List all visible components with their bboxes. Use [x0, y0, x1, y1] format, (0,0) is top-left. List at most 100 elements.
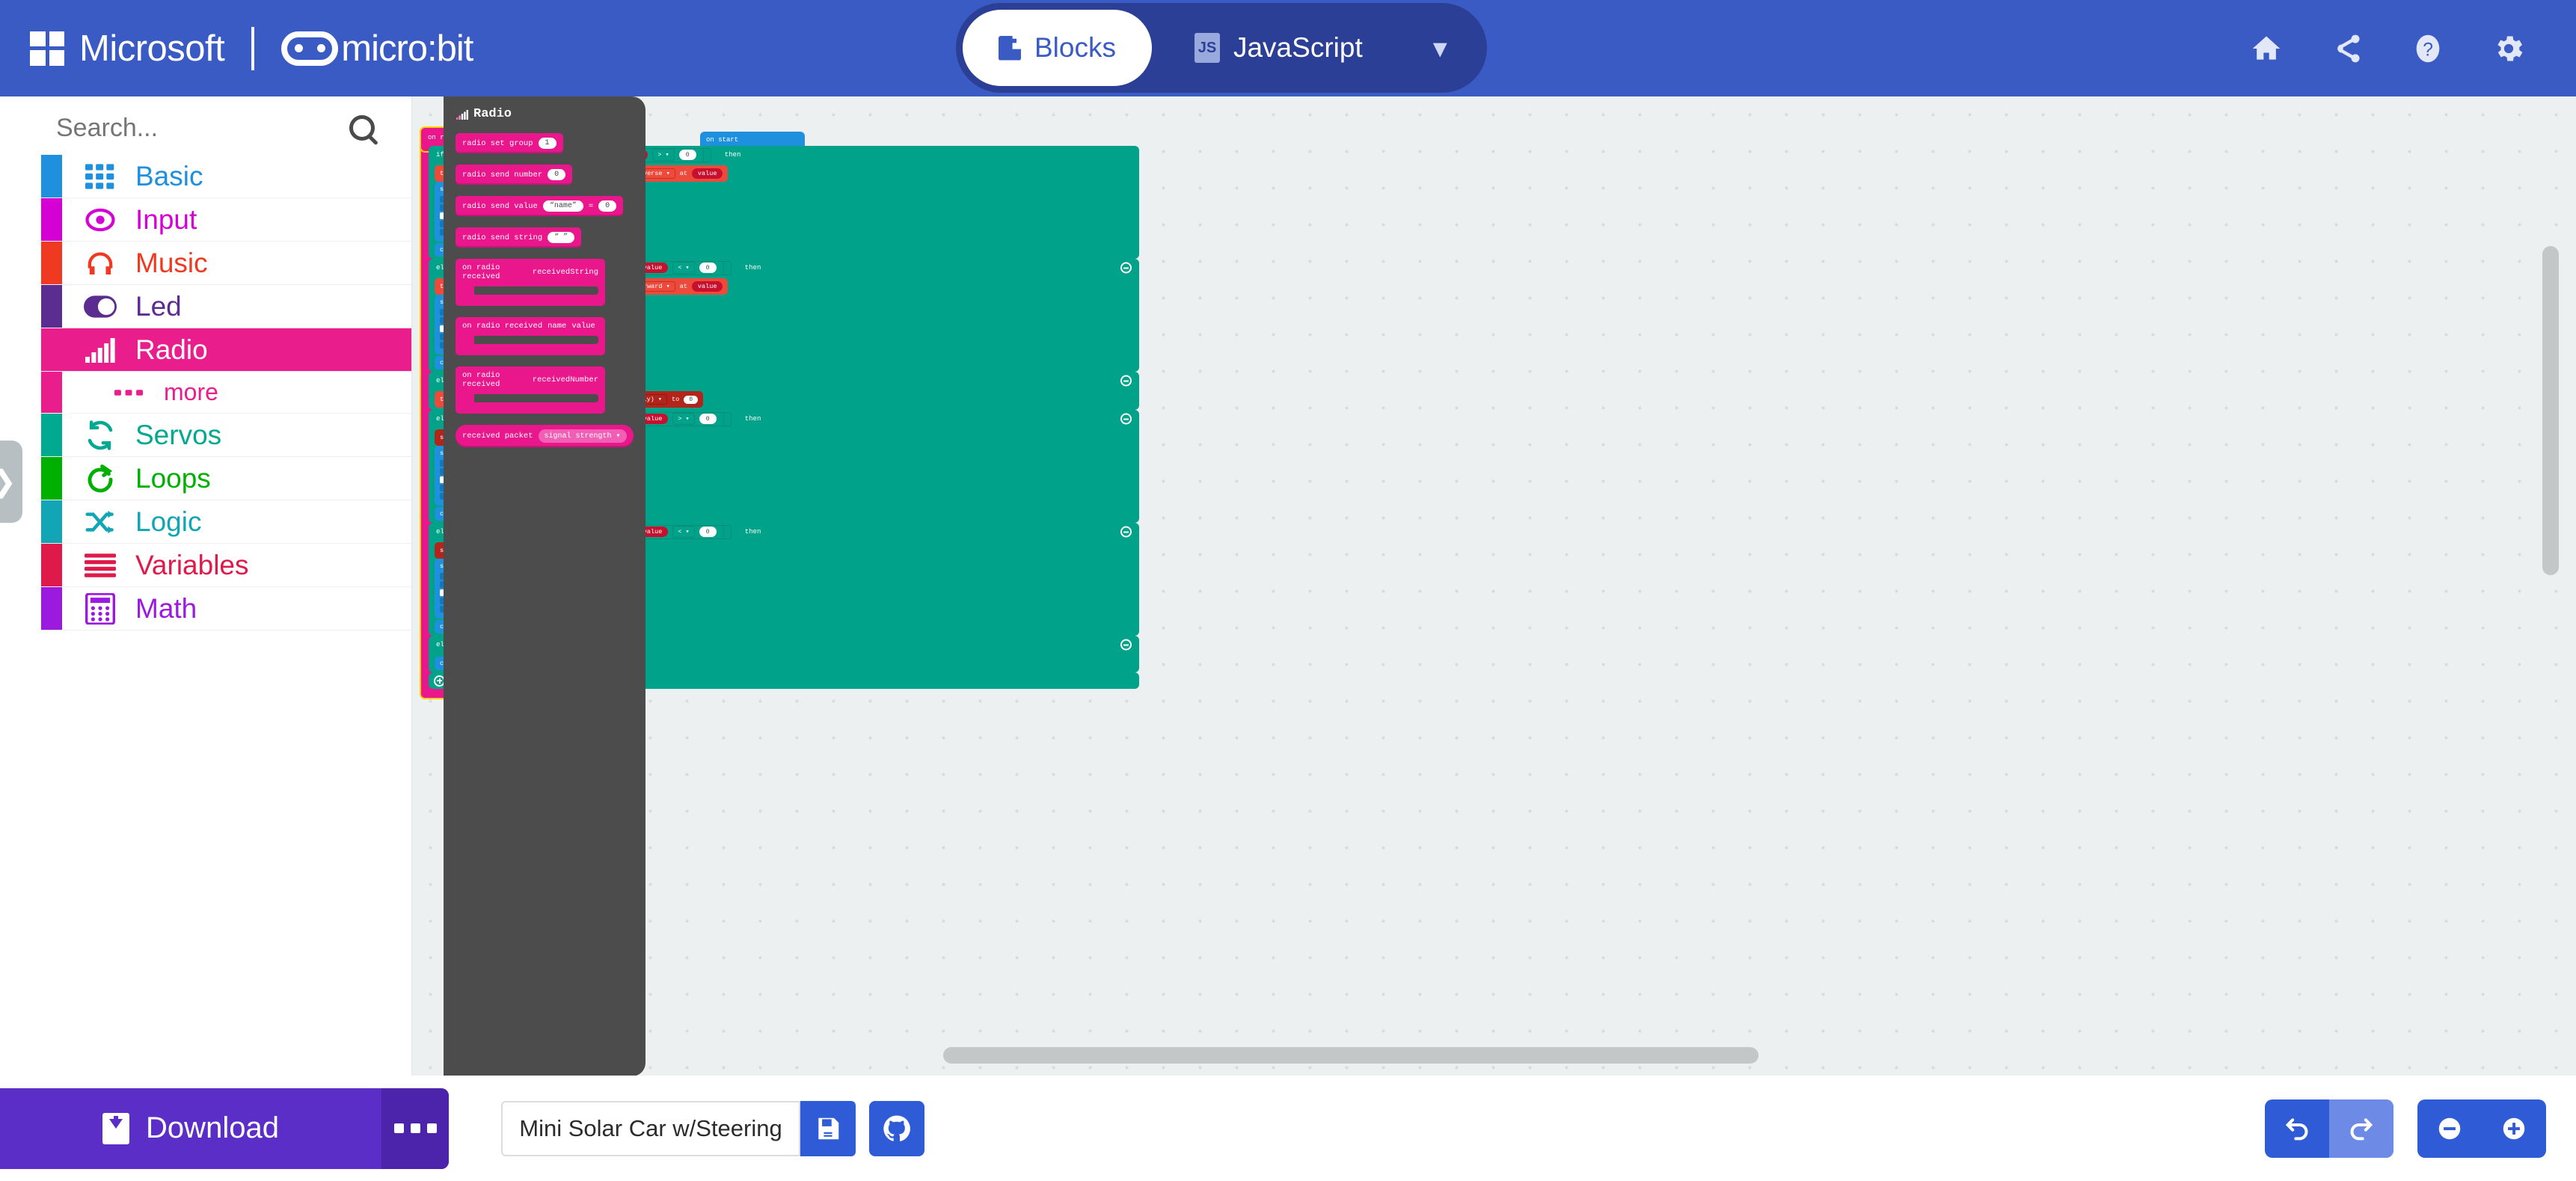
operator-select-2[interactable]: > ▾: [652, 149, 675, 161]
project-name-input[interactable]: [513, 1114, 788, 1142]
github-button[interactable]: [869, 1100, 924, 1156]
sidebar-item-radio[interactable]: Radio: [41, 328, 411, 372]
to-label: to: [672, 396, 680, 403]
tab-blocks[interactable]: Blocks: [963, 10, 1152, 86]
floppy-disk-icon: [818, 1117, 839, 1139]
collapse-branch-button[interactable]: [1120, 526, 1132, 538]
category-color-stripe: [41, 242, 62, 284]
microsoft-squares-icon: [30, 31, 64, 66]
gear-icon[interactable]: [2468, 0, 2549, 96]
flyout-block-event[interactable]: on radio received receivedString: [456, 259, 605, 306]
sidebar-item-label: Variables: [135, 549, 249, 580]
signal-icon: [80, 337, 120, 363]
sidebar-item-music[interactable]: Music: [41, 242, 411, 285]
sidebar-item-label: Led: [135, 290, 182, 322]
download-button[interactable]: Download: [0, 1088, 449, 1169]
app-header: Microsoft micro:bit Blocks JS JavaScript…: [0, 0, 2576, 96]
download-main[interactable]: Download: [0, 1088, 381, 1169]
sidebar-item-label: more: [164, 378, 218, 405]
search-box[interactable]: [56, 96, 385, 152]
svg-text:?: ?: [2423, 39, 2433, 60]
share-icon[interactable]: [2307, 0, 2388, 96]
category-color-stripe: [41, 414, 62, 456]
flyout-block-field[interactable]: “ ”: [548, 232, 575, 243]
zoom-out-button[interactable]: [2417, 1099, 2482, 1158]
flyout-block-arg[interactable]: receivedNumber: [533, 375, 598, 384]
workspace-horizontal-scrollbar[interactable]: [943, 1047, 1758, 1064]
operator-select-2[interactable]: > ▾: [672, 413, 695, 425]
motor-speed-value[interactable]: value: [691, 281, 723, 292]
help-icon[interactable]: ?: [2388, 0, 2468, 96]
sidebar-item-led[interactable]: Led: [41, 285, 411, 328]
flyout-block-field[interactable]: “name”: [542, 200, 583, 212]
category-color-stripe: [41, 198, 62, 241]
collapse-branch-button[interactable]: [1120, 413, 1132, 425]
save-button[interactable]: [800, 1100, 856, 1156]
flyout-block-reporter[interactable]: received packet signal strength ▾: [456, 425, 634, 447]
operator-select-2[interactable]: < ▾: [672, 262, 695, 274]
footer-right-controls: [2265, 1099, 2546, 1158]
at-label: at: [679, 170, 687, 177]
flyout-block-statement[interactable]: radio set group 1: [456, 133, 563, 153]
zoom-group: [2417, 1099, 2546, 1158]
sidebar-item-basic[interactable]: Basic: [41, 155, 411, 198]
collapse-branch-button[interactable]: [1120, 375, 1132, 387]
sidebar-item-variables[interactable]: Variables: [41, 544, 411, 587]
home-icon[interactable]: [2226, 0, 2307, 96]
collapse-branch-button[interactable]: [1120, 262, 1132, 274]
servo-value[interactable]: 0: [684, 395, 699, 404]
undo-button[interactable]: [2265, 1099, 2329, 1158]
radio-flyout-panel[interactable]: Radio radio set group 1 radio send number 0…: [444, 96, 645, 1076]
operator-select-2[interactable]: < ▾: [672, 526, 695, 538]
flyout-block-field2[interactable]: 0: [598, 200, 617, 212]
sidebar-item-servos[interactable]: Servos: [41, 414, 411, 457]
flyout-block-arg[interactable]: receivedString: [533, 268, 598, 277]
download-more-button[interactable]: [381, 1088, 449, 1169]
sidebar-item-more[interactable]: more: [41, 372, 411, 414]
flyout-block-statement[interactable]: radio send string “ ”: [456, 227, 582, 248]
flyout-block-event[interactable]: on radio received name value: [456, 317, 605, 355]
microsoft-logo: Microsoft: [30, 28, 225, 70]
chevron-down-icon[interactable]: ▾: [1411, 10, 1470, 85]
sidebar-item-logic[interactable]: Logic: [41, 500, 411, 544]
search-icon[interactable]: [349, 115, 375, 141]
workspace-vertical-scrollbar[interactable]: [2542, 246, 2559, 575]
zoom-in-icon: [2503, 1117, 2525, 1139]
sidebar-item-loops[interactable]: Loops: [41, 457, 411, 500]
flyout-block-statement[interactable]: radio send value “name” = 0: [456, 196, 624, 216]
project-name-field[interactable]: [501, 1100, 800, 1156]
flyout-block-field[interactable]: 1: [538, 138, 556, 149]
app-footer: Download: [0, 1076, 2576, 1181]
number-literal[interactable]: 0: [699, 263, 717, 273]
undo-redo-group: [2265, 1099, 2393, 1158]
collapse-branch-button[interactable]: [1120, 639, 1132, 651]
js-icon: JS: [1194, 33, 1220, 63]
motor-speed-value[interactable]: value: [691, 168, 723, 179]
redo-button[interactable]: [2329, 1099, 2393, 1158]
flyout-block-arg[interactable]: name: [548, 322, 566, 331]
flyout-block-label: on radio received: [462, 371, 500, 389]
flyout-block-field[interactable]: signal strength ▾: [538, 429, 627, 443]
blocks-workspace[interactable]: on start radio set group 1 set right ▾ m…: [412, 96, 2576, 1076]
flyout-block-arg[interactable]: value: [571, 322, 595, 331]
flyout-block-op: =: [588, 201, 594, 211]
flyout-block-statement[interactable]: radio send number 0: [456, 165, 573, 185]
then-keyword: then: [744, 528, 761, 536]
number-literal[interactable]: 0: [678, 150, 696, 160]
sidebar-item-input[interactable]: Input: [41, 198, 411, 242]
search-input[interactable]: [56, 113, 325, 143]
flyout-block-label: on radio received: [462, 263, 500, 281]
flyout-title: Radio: [456, 107, 645, 121]
zoom-in-button[interactable]: [2482, 1099, 2546, 1158]
category-color-stripe: [41, 457, 62, 500]
flyout-block-event[interactable]: on radio received receivedNumber: [456, 366, 605, 414]
sidebar-item-math[interactable]: Math: [41, 587, 411, 631]
number-literal[interactable]: 0: [699, 414, 717, 424]
undo-icon: [2285, 1117, 2308, 1140]
shuffle-icon: [80, 508, 120, 536]
flyout-block-notch: [474, 394, 598, 402]
number-literal[interactable]: 0: [699, 527, 717, 537]
flyout-block-field[interactable]: 0: [548, 169, 566, 180]
tab-javascript[interactable]: JS JavaScript: [1159, 10, 1399, 86]
flyout-toggle-handle[interactable]: ❯: [0, 441, 22, 523]
